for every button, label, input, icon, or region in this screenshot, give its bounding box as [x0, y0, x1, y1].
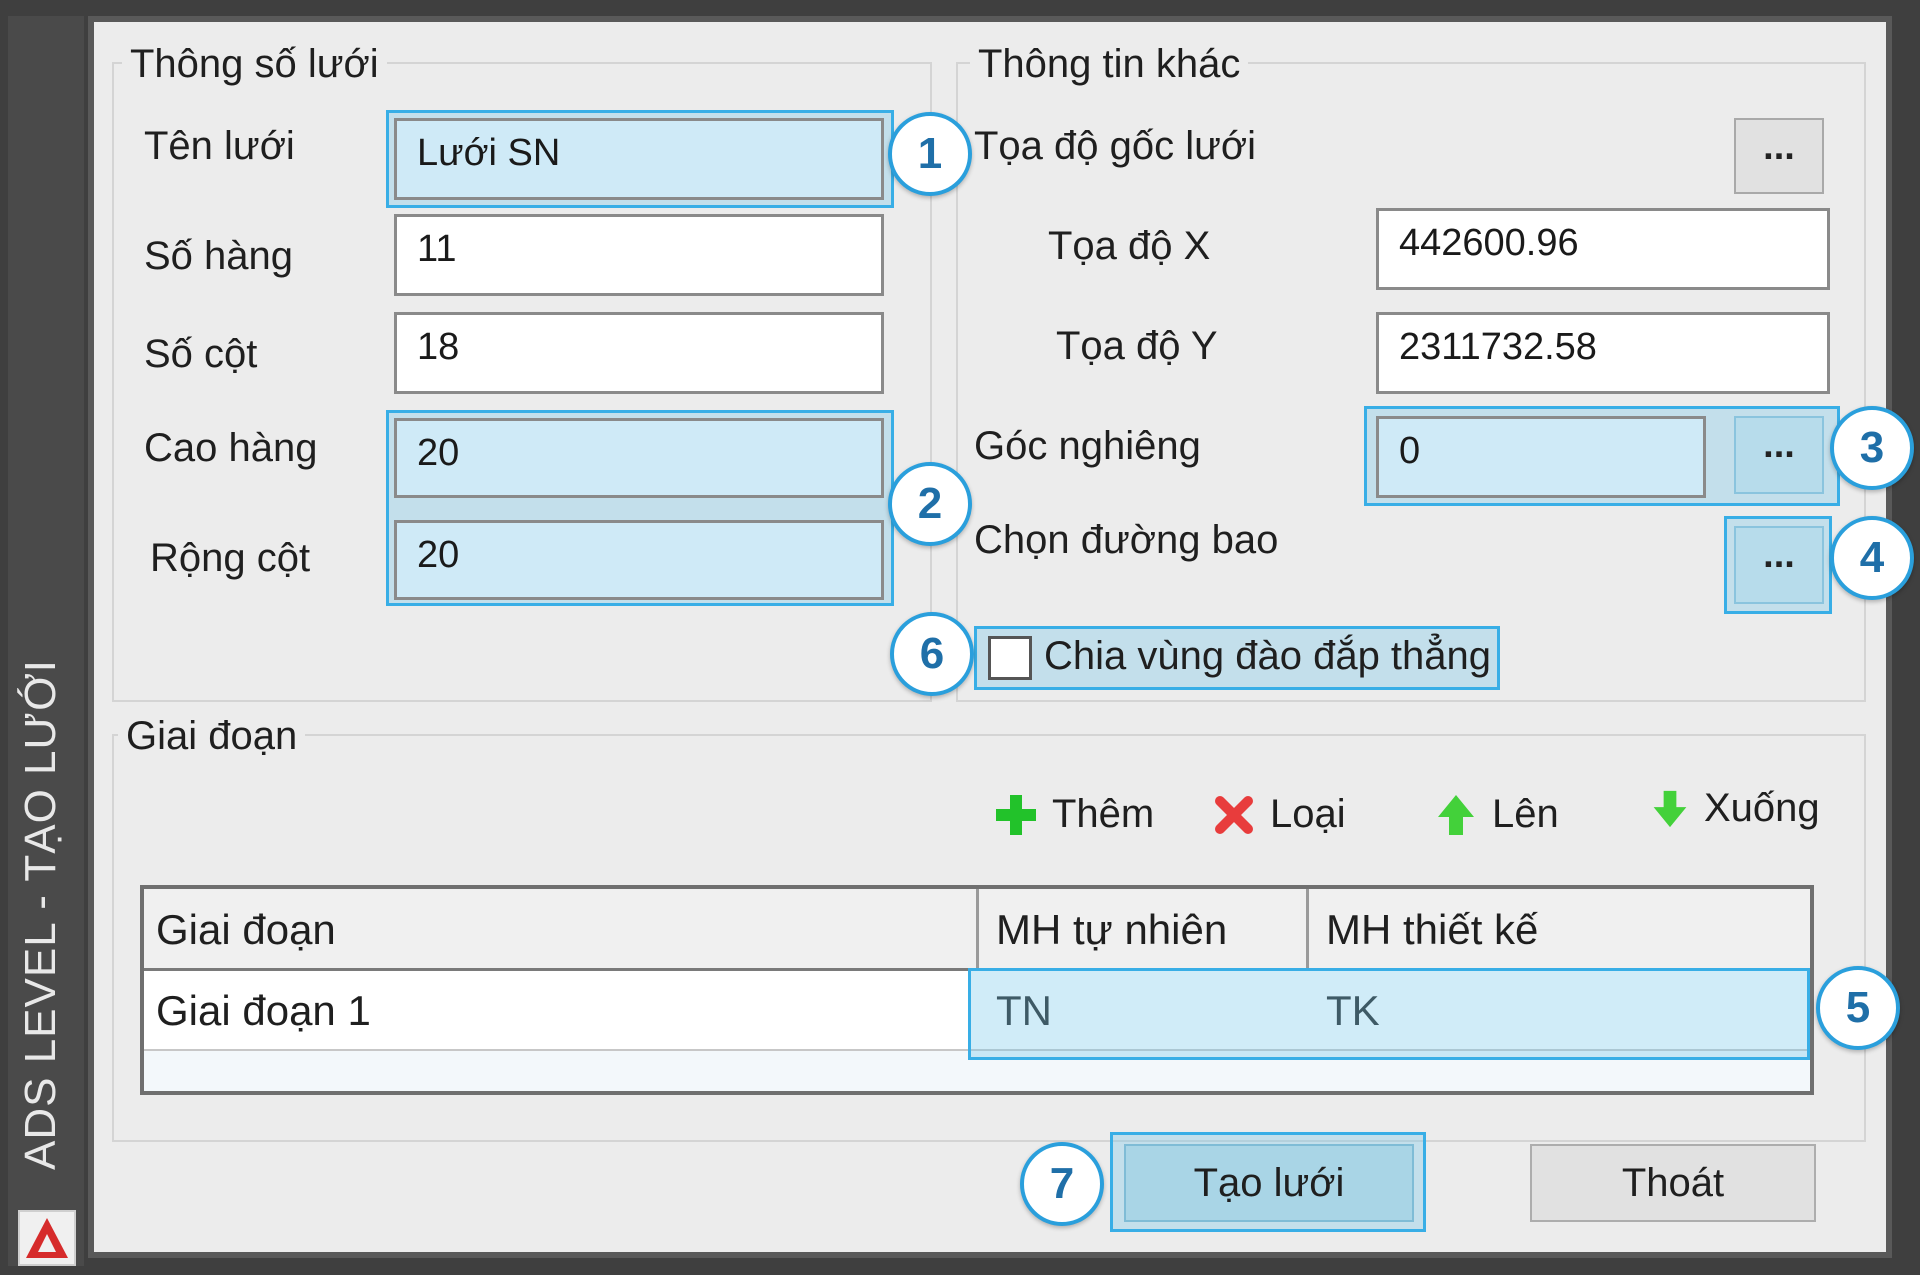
- move-up-button[interactable]: Lên: [1434, 792, 1559, 837]
- plus-icon: [996, 794, 1036, 835]
- remove-stage-button[interactable]: Loại: [1212, 792, 1346, 837]
- col-width-label: Rộng cột: [150, 536, 311, 580]
- grid-name-label: Tên lưới: [144, 124, 295, 168]
- callout-5-highlight: [968, 968, 1810, 1060]
- callout-badge-7: 7: [1020, 1142, 1104, 1226]
- window-title: ADS LEVEL - TẠO LƯỚI: [16, 658, 65, 1170]
- delete-icon: [1215, 795, 1253, 834]
- remove-stage-label: Loại: [1270, 792, 1346, 836]
- col-width-input[interactable]: 20: [394, 520, 884, 600]
- column-header-natural-surface[interactable]: MH tự nhiên: [984, 889, 1304, 971]
- callout-badge-4: 4: [1830, 516, 1914, 600]
- boundary-label: Chọn đường bao: [974, 518, 1279, 562]
- callout-badge-3: 3: [1830, 406, 1914, 490]
- add-stage-label: Thêm: [1052, 792, 1155, 836]
- column-header-design-surface[interactable]: MH thiết kế: [1314, 889, 1804, 971]
- callout-badge-1: 1: [888, 112, 972, 196]
- arrow-down-icon: [1653, 790, 1687, 827]
- pick-boundary-button[interactable]: ...: [1734, 526, 1824, 604]
- column-divider: [1306, 889, 1309, 971]
- split-cut-fill-checkbox[interactable]: [988, 636, 1032, 680]
- exit-button[interactable]: Thoát: [1530, 1144, 1816, 1222]
- callout-badge-5: 5: [1816, 966, 1900, 1050]
- callout-badge-2: 2: [888, 462, 972, 546]
- arrow-up-icon: [1438, 794, 1474, 835]
- x-coord-label: Tọa độ X: [1048, 224, 1211, 268]
- x-coord-input[interactable]: 442600.96: [1376, 208, 1830, 290]
- row-count-label: Số hàng: [144, 234, 294, 278]
- grid-params-title: Thông số lưới: [122, 40, 387, 88]
- move-down-label: Xuống: [1704, 786, 1820, 830]
- origin-label: Tọa độ gốc lưới: [974, 124, 1257, 168]
- stages-title: Giai đoạn: [118, 712, 306, 760]
- row-count-input[interactable]: 11: [394, 214, 884, 296]
- split-cut-fill-label: Chia vùng đào đắp thẳng: [1044, 634, 1492, 678]
- column-header-stage[interactable]: Giai đoạn: [144, 889, 974, 971]
- grid-name-input[interactable]: Lưới SN: [394, 118, 884, 200]
- stage-name-cell[interactable]: Giai đoạn 1: [144, 971, 974, 1051]
- col-count-label: Số cột: [144, 332, 258, 376]
- autocad-logo-icon: [18, 1210, 76, 1266]
- angle-input[interactable]: 0: [1376, 416, 1706, 498]
- y-coord-label: Tọa độ Y: [1056, 324, 1218, 368]
- callout-badge-6: 6: [890, 612, 974, 696]
- move-up-label: Lên: [1492, 792, 1559, 836]
- row-height-input[interactable]: 20: [394, 418, 884, 498]
- angle-label: Góc nghiêng: [974, 424, 1201, 468]
- row-height-label: Cao hàng: [144, 426, 318, 470]
- pick-angle-button[interactable]: ...: [1734, 416, 1824, 494]
- table-header: Giai đoạn MH tự nhiên MH thiết kế: [144, 889, 1810, 971]
- other-info-title: Thông tin khác: [970, 40, 1249, 88]
- y-coord-input[interactable]: 2311732.58: [1376, 312, 1830, 394]
- col-count-input[interactable]: 18: [394, 312, 884, 394]
- add-stage-button[interactable]: Thêm: [994, 792, 1154, 837]
- pick-origin-button[interactable]: ...: [1734, 118, 1824, 194]
- column-divider: [976, 889, 979, 971]
- create-grid-button[interactable]: Tạo lưới: [1124, 1144, 1414, 1222]
- move-down-button[interactable]: Xuống: [1650, 786, 1820, 831]
